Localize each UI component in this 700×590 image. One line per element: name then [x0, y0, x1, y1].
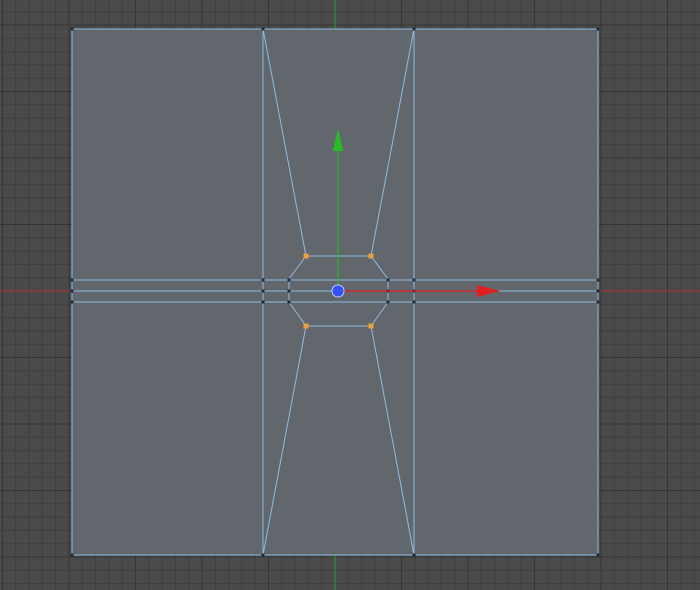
selected-point[interactable] — [303, 323, 309, 329]
selected-point[interactable] — [368, 253, 374, 259]
mesh-vertex[interactable] — [261, 553, 265, 557]
gizmo-center-handle[interactable] — [331, 284, 345, 298]
mesh-vertex[interactable] — [596, 278, 600, 282]
mesh-vertex[interactable] — [261, 27, 265, 31]
mesh-vertex[interactable] — [596, 27, 600, 31]
mesh-vertex[interactable] — [70, 289, 74, 293]
mesh-vertex[interactable] — [261, 278, 265, 282]
mesh-vertex[interactable] — [596, 553, 600, 557]
mesh-vertex[interactable] — [70, 300, 74, 304]
selected-point[interactable] — [368, 323, 374, 329]
mesh-vertex[interactable] — [287, 289, 291, 293]
mesh-vertex[interactable] — [596, 300, 600, 304]
viewport-canvas[interactable] — [0, 0, 700, 590]
mesh-vertex[interactable] — [287, 300, 291, 304]
mesh-vertex[interactable] — [386, 278, 390, 282]
mesh-vertex[interactable] — [412, 553, 416, 557]
mesh-vertex[interactable] — [412, 278, 416, 282]
mesh-vertex[interactable] — [386, 300, 390, 304]
3d-viewport[interactable] — [0, 0, 700, 590]
mesh-vertex[interactable] — [261, 289, 265, 293]
mesh-vertex[interactable] — [70, 553, 74, 557]
selected-point[interactable] — [303, 253, 309, 259]
mesh-vertex[interactable] — [261, 300, 265, 304]
mesh-vertex[interactable] — [70, 27, 74, 31]
mesh-vertex[interactable] — [70, 278, 74, 282]
mesh-vertex[interactable] — [412, 300, 416, 304]
mesh-vertex[interactable] — [412, 27, 416, 31]
mesh-vertex[interactable] — [596, 289, 600, 293]
mesh-vertex[interactable] — [287, 278, 291, 282]
